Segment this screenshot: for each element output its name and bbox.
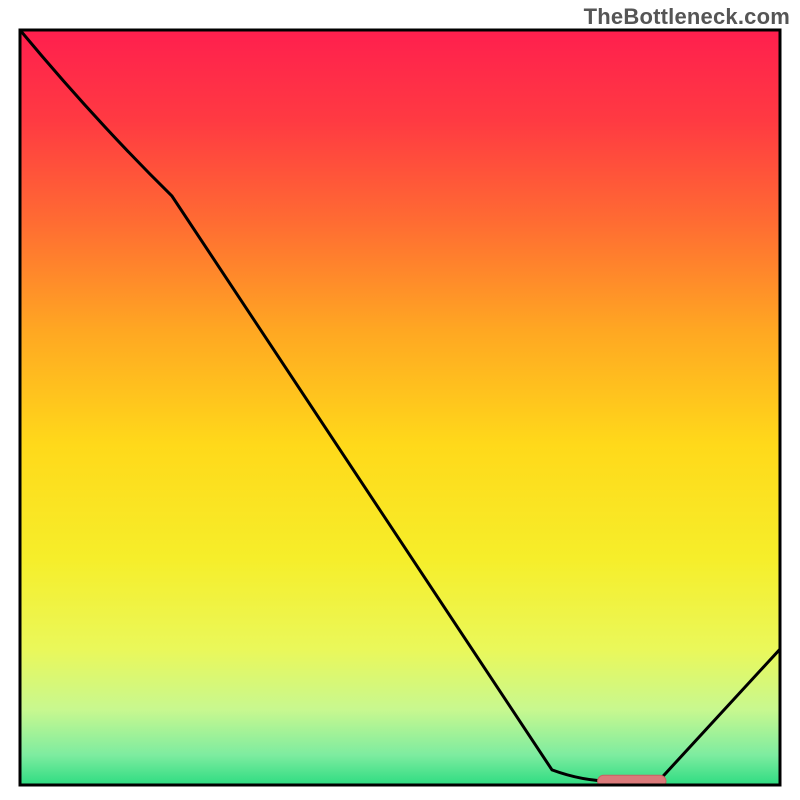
- plot-background: [20, 30, 780, 785]
- bottleneck-chart: [0, 0, 800, 800]
- chart-frame: TheBottleneck.com: [0, 0, 800, 800]
